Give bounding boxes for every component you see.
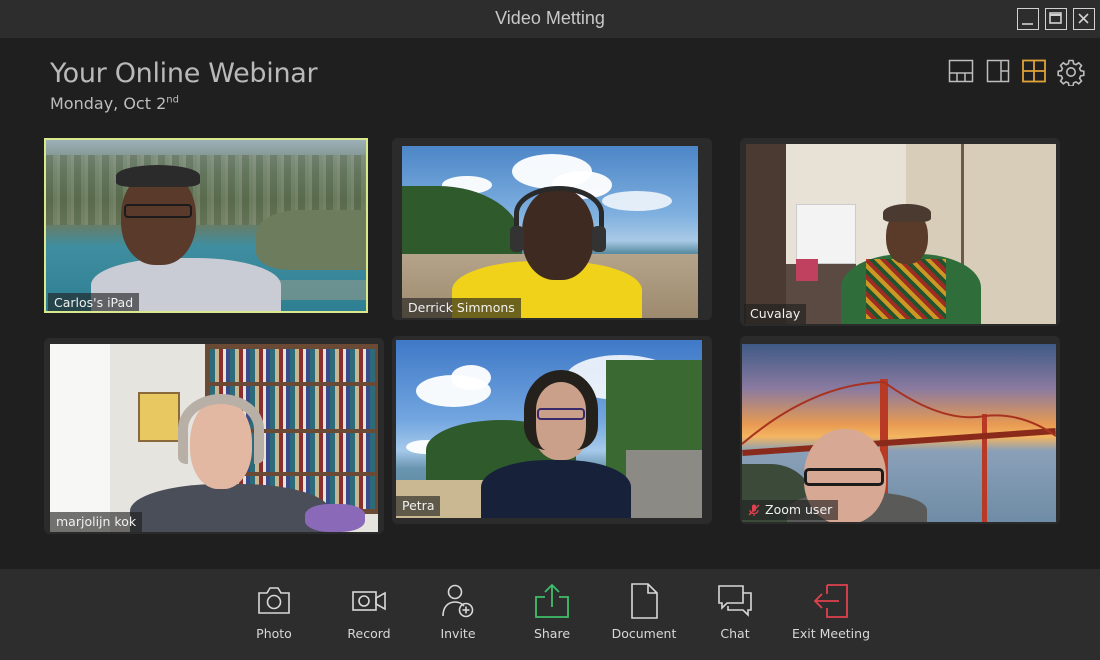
close-button[interactable]: [1073, 8, 1095, 30]
window-title: Video Metting: [495, 8, 605, 28]
maximize-icon: [1049, 12, 1062, 24]
chat-button[interactable]: Chat: [690, 583, 780, 641]
exit-meeting-button[interactable]: Exit Meeting: [786, 583, 876, 641]
participant-name: Zoom user: [765, 502, 833, 517]
exit-meeting-label: Exit Meeting: [791, 626, 871, 641]
invite-label: Invite: [440, 626, 476, 641]
settings-button[interactable]: [1057, 58, 1085, 87]
muted-mic-icon: [748, 504, 760, 516]
participant-tile[interactable]: Carlos's iPad: [44, 138, 368, 313]
add-user-icon: [442, 584, 474, 618]
document-label: Document: [611, 626, 677, 641]
share-button[interactable]: Share: [507, 583, 597, 641]
participant-tile[interactable]: Petra: [392, 336, 712, 524]
participant-tile[interactable]: Derrick Simmons: [392, 138, 712, 320]
participant-video: [46, 140, 366, 311]
close-icon: [1078, 13, 1089, 24]
document-icon: [631, 583, 658, 619]
layout-grid-icon: [1022, 59, 1046, 83]
share-upload-icon: [535, 583, 569, 618]
participant-video: [742, 344, 1056, 522]
minimize-button[interactable]: [1017, 8, 1039, 30]
photo-label: Photo: [256, 626, 292, 641]
layout-bottom-strip-button[interactable]: [948, 58, 974, 84]
participant-tile[interactable]: Cuvalay: [740, 138, 1060, 326]
participant-video: [402, 146, 698, 318]
participant-name: Derrick Simmons: [402, 298, 521, 318]
chat-icon: [718, 585, 752, 617]
document-button[interactable]: Document: [599, 583, 689, 641]
participant-tile[interactable]: Zoom user: [740, 336, 1060, 524]
video-camera-icon: [352, 591, 386, 611]
participant-name: marjolijn kok: [50, 512, 143, 532]
layout-side-panel-icon: [986, 59, 1010, 83]
layout-grid-button[interactable]: [1021, 58, 1047, 84]
camera-icon: [258, 587, 290, 614]
chat-label: Chat: [720, 626, 750, 641]
gear-icon: [1057, 59, 1085, 87]
record-label: Record: [347, 626, 391, 641]
layout-bottom-strip-icon: [948, 59, 974, 83]
participant-name: Cuvalay: [744, 304, 807, 324]
title-bar: Video Metting: [0, 0, 1100, 38]
participant-video: [396, 340, 702, 518]
participant-video: [746, 144, 1056, 324]
minimize-icon: [1022, 23, 1033, 25]
participant-name: Carlos's iPad: [48, 293, 140, 311]
share-label: Share: [533, 626, 571, 641]
participant-tile[interactable]: marjolijn kok: [44, 338, 384, 534]
photo-button[interactable]: Photo: [229, 583, 319, 641]
participant-video: [50, 344, 378, 532]
participant-name-tag: Zoom user: [742, 500, 839, 520]
meeting-date: Monday, Oct 2nd: [50, 94, 179, 113]
layout-side-panel-button[interactable]: [985, 58, 1011, 84]
meeting-date-text: Monday, Oct 2: [50, 94, 167, 113]
meeting-date-suffix: nd: [166, 94, 179, 106]
meeting-toolbar: Photo Record Invite Share Document Chat …: [0, 569, 1100, 660]
maximize-button[interactable]: [1045, 8, 1067, 30]
page-title: Your Online Webinar: [50, 58, 318, 89]
invite-button[interactable]: Invite: [413, 583, 503, 641]
record-button[interactable]: Record: [324, 583, 414, 641]
participant-name: Petra: [396, 496, 441, 516]
exit-icon: [813, 584, 848, 618]
